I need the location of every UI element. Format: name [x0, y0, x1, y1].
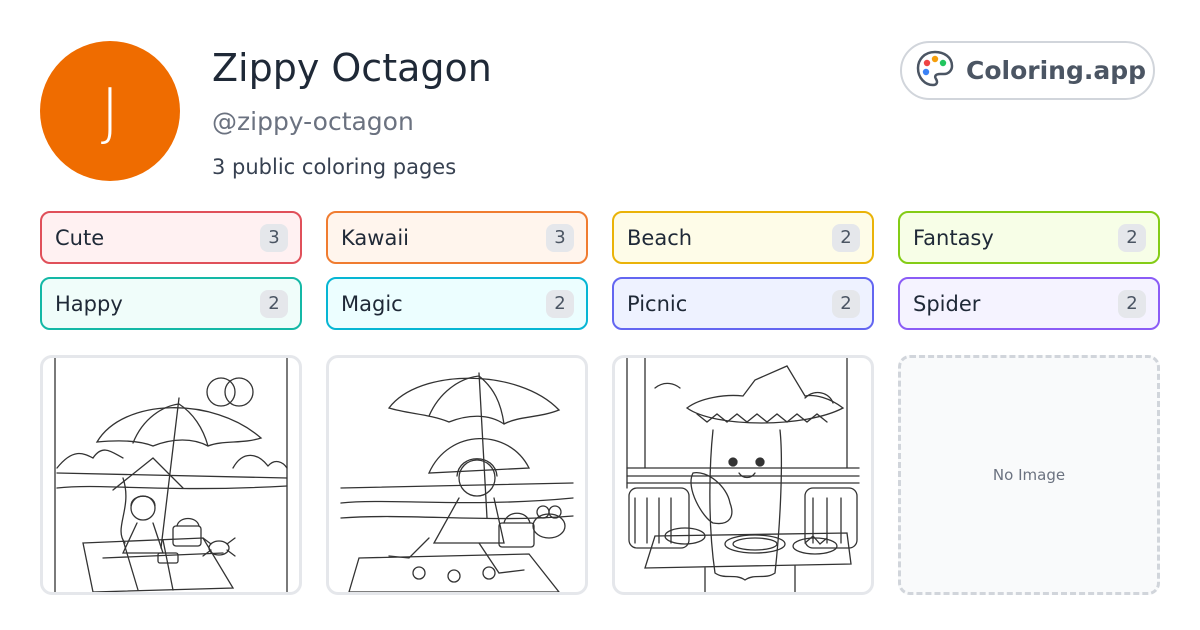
- coloring-page-card[interactable]: [326, 355, 588, 595]
- tag-kawaii[interactable]: Kawaii 3: [326, 211, 588, 264]
- palette-icon: [914, 48, 956, 94]
- coloring-page-card[interactable]: [612, 355, 874, 595]
- tag-list: Cute 3 Kawaii 3 Beach 2 Fantasy 2 Happy …: [40, 211, 1160, 330]
- tag-spider[interactable]: Spider 2: [898, 277, 1160, 330]
- tag-magic[interactable]: Magic 2: [326, 277, 588, 330]
- tag-label: Beach: [627, 225, 693, 250]
- tag-label: Cute: [55, 225, 105, 250]
- tag-count: 3: [546, 223, 574, 252]
- no-image-label: No Image: [992, 466, 1066, 484]
- tag-count: 2: [1118, 223, 1146, 252]
- coloring-page-grid: No Image: [40, 355, 1160, 595]
- coloring-page-card[interactable]: [40, 355, 302, 595]
- tag-count: 2: [832, 223, 860, 252]
- tag-label: Fantasy: [913, 225, 994, 250]
- tag-beach[interactable]: Beach 2: [612, 211, 874, 264]
- tag-happy[interactable]: Happy 2: [40, 277, 302, 330]
- tag-fantasy[interactable]: Fantasy 2: [898, 211, 1160, 264]
- tag-cute[interactable]: Cute 3: [40, 211, 302, 264]
- tag-label: Picnic: [627, 291, 688, 316]
- tag-label: Magic: [341, 291, 403, 316]
- tag-count: 2: [546, 289, 574, 318]
- profile-name: Zippy Octagon: [212, 46, 492, 90]
- coloring-page-thumbnail: [54, 358, 288, 592]
- profile-handle: @zippy-octagon: [212, 107, 414, 136]
- coloring-page-placeholder[interactable]: No Image: [898, 355, 1160, 595]
- tag-picnic[interactable]: Picnic 2: [612, 277, 874, 330]
- tag-count: 3: [260, 223, 288, 252]
- tag-label: Happy: [55, 291, 123, 316]
- tag-label: Kawaii: [341, 225, 409, 250]
- tag-label: Spider: [913, 291, 981, 316]
- page-count: 3 public coloring pages: [212, 155, 457, 179]
- avatar: J: [40, 41, 180, 181]
- tag-count: 2: [260, 289, 288, 318]
- brand-label: Coloring.app: [966, 56, 1147, 85]
- coloring-page-thumbnail: [626, 358, 860, 592]
- tag-count: 2: [832, 289, 860, 318]
- tag-count: 2: [1118, 289, 1146, 318]
- coloring-page-thumbnail: [340, 372, 574, 592]
- brand-link[interactable]: Coloring.app: [900, 41, 1155, 100]
